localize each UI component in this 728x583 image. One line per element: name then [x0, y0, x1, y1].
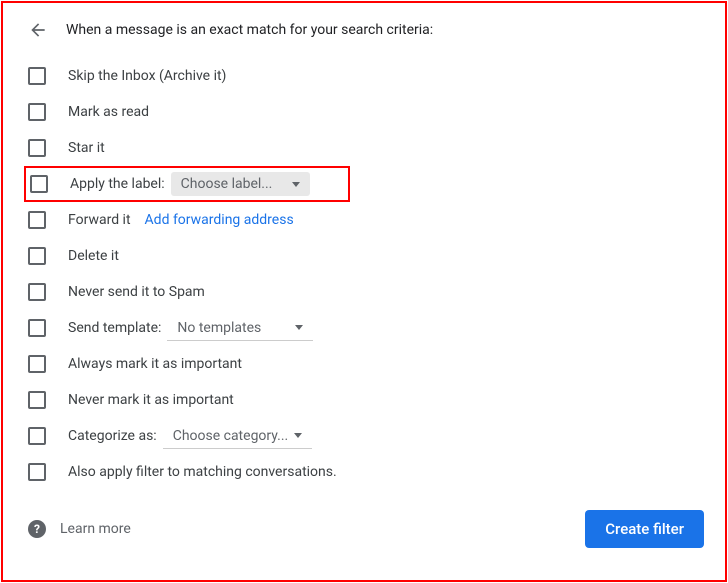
option-categorize-as: Categorize as: Choose category... [28, 418, 704, 454]
checkbox-also-apply[interactable] [28, 463, 46, 481]
chevron-down-icon [292, 182, 300, 187]
dropdown-send-template-text: No templates [177, 320, 261, 336]
checkbox-delete-it[interactable] [28, 247, 46, 265]
option-delete-it: Delete it [28, 238, 704, 274]
label-mark-read: Mark as read [68, 104, 149, 120]
filter-actions-panel: When a message is an exact match for you… [0, 0, 728, 566]
checkbox-send-template[interactable] [28, 319, 46, 337]
label-delete-it: Delete it [68, 248, 119, 264]
create-filter-button[interactable]: Create filter [585, 510, 704, 548]
help-icon[interactable]: ? [28, 520, 46, 538]
label-categorize-as: Categorize as: [68, 428, 157, 444]
option-forward-it: Forward it Add forwarding address [28, 202, 704, 238]
checkbox-star-it[interactable] [28, 139, 46, 157]
option-always-important: Always mark it as important [28, 346, 704, 382]
footer-row: ? Learn more Create filter [28, 510, 704, 548]
label-always-important: Always mark it as important [68, 356, 242, 372]
option-star-it: Star it [28, 130, 704, 166]
dropdown-send-template[interactable]: No templates [167, 316, 313, 341]
link-add-forwarding-address[interactable]: Add forwarding address [145, 212, 294, 228]
checkbox-forward-it[interactable] [28, 211, 46, 229]
option-skip-inbox: Skip the Inbox (Archive it) [28, 58, 704, 94]
label-forward-it: Forward it [68, 212, 131, 228]
checkbox-mark-read[interactable] [28, 103, 46, 121]
chevron-down-icon [295, 325, 303, 330]
label-apply-label: Apply the label: [70, 176, 165, 192]
checkbox-never-spam[interactable] [28, 283, 46, 301]
dropdown-apply-label-text: Choose label... [181, 176, 273, 192]
checkbox-apply-label[interactable] [30, 175, 48, 193]
option-list: Skip the Inbox (Archive it) Mark as read… [24, 58, 704, 490]
label-skip-inbox: Skip the Inbox (Archive it) [68, 68, 226, 84]
option-mark-read: Mark as read [28, 94, 704, 130]
header-row: When a message is an exact match for you… [28, 20, 704, 40]
header-title: When a message is an exact match for you… [66, 22, 433, 38]
label-star-it: Star it [68, 140, 105, 156]
learn-more-link[interactable]: Learn more [60, 521, 131, 537]
option-also-apply: Also apply filter to matching conversati… [28, 454, 704, 490]
dropdown-apply-label[interactable]: Choose label... [171, 172, 311, 196]
option-apply-label-highlight: Apply the label: Choose label... [24, 166, 350, 202]
checkbox-categorize-as[interactable] [28, 427, 46, 445]
back-arrow-icon[interactable] [28, 20, 48, 40]
label-never-important: Never mark it as important [68, 392, 234, 408]
label-never-spam: Never send it to Spam [68, 284, 205, 300]
dropdown-categorize-as[interactable]: Choose category... [163, 424, 313, 449]
checkbox-never-important[interactable] [28, 391, 46, 409]
label-send-template: Send template: [68, 320, 161, 336]
checkbox-skip-inbox[interactable] [28, 67, 46, 85]
option-never-important: Never mark it as important [28, 382, 704, 418]
option-send-template: Send template: No templates [28, 310, 704, 346]
chevron-down-icon [294, 433, 302, 438]
checkbox-always-important[interactable] [28, 355, 46, 373]
label-also-apply: Also apply filter to matching conversati… [68, 464, 337, 480]
option-never-spam: Never send it to Spam [28, 274, 704, 310]
dropdown-categorize-text: Choose category... [173, 428, 289, 444]
